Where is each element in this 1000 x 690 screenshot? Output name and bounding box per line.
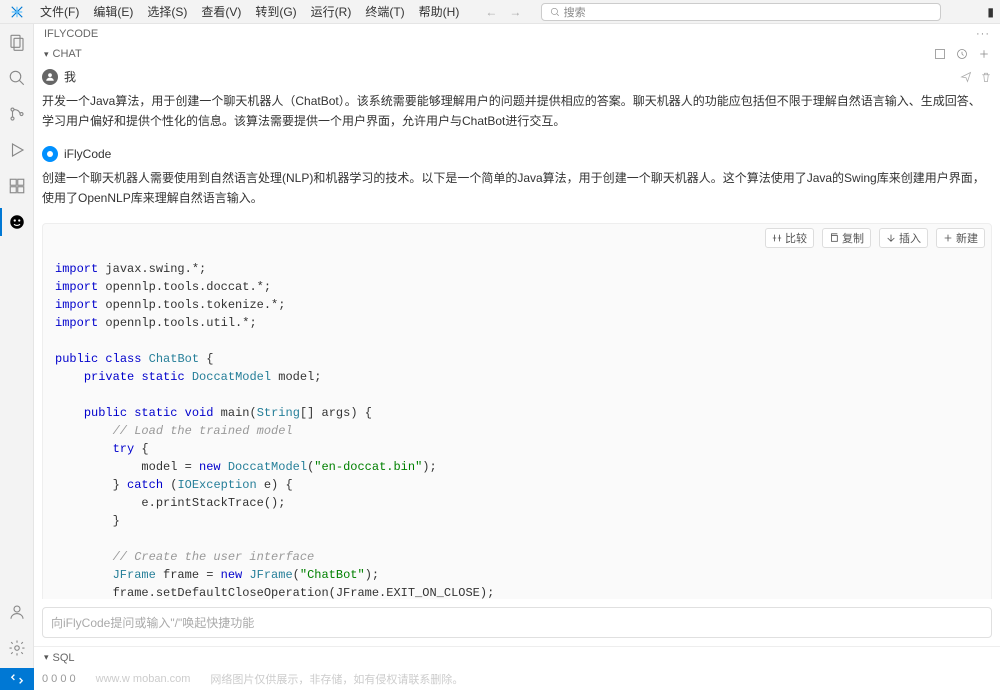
code-toolbar: 比较 复制 插入 新建 xyxy=(43,224,991,252)
menu-run[interactable]: 运行(R) xyxy=(305,1,358,22)
remote-icon[interactable] xyxy=(0,668,34,690)
menu-goto[interactable]: 转到(G) xyxy=(249,1,302,22)
search-placeholder: 搜索 xyxy=(564,4,586,20)
menu-view[interactable]: 查看(V) xyxy=(195,1,247,22)
extensions-icon[interactable] xyxy=(7,176,27,196)
status-bar: 0 0 0 0 www.w moban.com 网络图片仅供展示，非存储，如有侵… xyxy=(0,668,1000,690)
layout-icon[interactable]: ▮ xyxy=(987,5,994,19)
bot-msg-body: 创建一个聊天机器人需要使用到自然语言处理(NLP)和机器学习的技术。以下是一个简… xyxy=(42,166,992,219)
iflycode-icon[interactable] xyxy=(7,212,27,232)
nav-forward-icon[interactable]: → xyxy=(509,5,521,19)
account-icon[interactable] xyxy=(7,602,27,622)
content-area: IFLYCODE ··· ▾ CHAT 我 开发一个Java算法，用于创建一个聊天… xyxy=(34,24,1000,668)
sql-label: SQL xyxy=(53,652,75,664)
send-icon[interactable] xyxy=(960,71,972,83)
iflycode-pane-header: IFLYCODE ··· xyxy=(34,24,1000,44)
menu-select[interactable]: 选择(S) xyxy=(141,1,193,22)
code-content: import javax.swing.*; import opennlp.too… xyxy=(43,252,991,599)
search-box[interactable]: 搜索 xyxy=(541,3,941,21)
chat-input[interactable]: 向iFlyCode提问或输入"/"唤起快捷功能 xyxy=(42,607,992,638)
watermark-text: 网络图片仅供展示，非存储，如有侵权请联系删除。 xyxy=(210,671,463,687)
source-control-icon[interactable] xyxy=(7,104,27,124)
menu-edit[interactable]: 编辑(E) xyxy=(87,1,139,22)
nav-back-icon[interactable]: ← xyxy=(485,5,497,19)
settings-icon[interactable] xyxy=(7,638,27,658)
status-problems[interactable]: 0 0 0 0 xyxy=(34,673,76,685)
new-button[interactable]: 新建 xyxy=(936,228,985,248)
bot-name: iFlyCode xyxy=(64,147,111,161)
chat-pane-header[interactable]: ▾ CHAT xyxy=(34,44,1000,64)
avatar-bot-icon xyxy=(42,146,58,162)
watermark-domain: www.w moban.com xyxy=(96,673,191,685)
search-icon[interactable] xyxy=(7,68,27,88)
chevron-down-icon: ▾ xyxy=(44,49,49,60)
explorer-icon[interactable] xyxy=(7,32,27,52)
section-label: IFLYCODE xyxy=(44,28,98,40)
insert-button[interactable]: 插入 xyxy=(879,228,928,248)
user-name: 我 xyxy=(64,68,76,85)
delete-icon[interactable] xyxy=(980,71,992,83)
run-debug-icon[interactable] xyxy=(7,140,27,160)
nav-arrows: ← → xyxy=(485,5,521,19)
titlebar: 文件(F) 编辑(E) 选择(S) 查看(V) 转到(G) 运行(R) 终端(T… xyxy=(0,0,1000,24)
sql-pane-header[interactable]: ▾ SQL xyxy=(34,646,1000,668)
menu-terminal[interactable]: 终端(T) xyxy=(359,1,410,22)
expand-icon[interactable] xyxy=(934,48,946,60)
add-icon[interactable] xyxy=(978,48,990,60)
avatar-user-icon xyxy=(42,69,58,85)
compare-button[interactable]: 比较 xyxy=(765,228,814,248)
app-icon xyxy=(0,5,34,19)
copy-button[interactable]: 复制 xyxy=(822,228,871,248)
chat-label: CHAT xyxy=(53,48,82,60)
user-msg-body: 开发一个Java算法，用于创建一个聊天机器人（ChatBot）。该系统需要能够理… xyxy=(42,89,992,142)
chevron-down-icon: ▾ xyxy=(44,652,49,663)
history-icon[interactable] xyxy=(956,48,968,60)
search-icon xyxy=(550,7,560,17)
menu-file[interactable]: 文件(F) xyxy=(34,1,85,22)
menu-help[interactable]: 帮助(H) xyxy=(413,1,466,22)
more-icon[interactable]: ··· xyxy=(976,28,990,40)
chat-log: 我 开发一个Java算法，用于创建一个聊天机器人（ChatBot）。该系统需要能… xyxy=(34,64,1000,599)
code-block: 比较 复制 插入 新建 import javax.swing.*; import… xyxy=(42,223,992,599)
titlebar-right: ▮ xyxy=(960,5,1000,19)
activity-bar xyxy=(0,24,34,668)
user-msg-header: 我 xyxy=(42,64,992,89)
bot-msg-header: iFlyCode xyxy=(42,142,992,166)
menu-bar: 文件(F) 编辑(E) 选择(S) 查看(V) 转到(G) 运行(R) 终端(T… xyxy=(34,1,465,22)
